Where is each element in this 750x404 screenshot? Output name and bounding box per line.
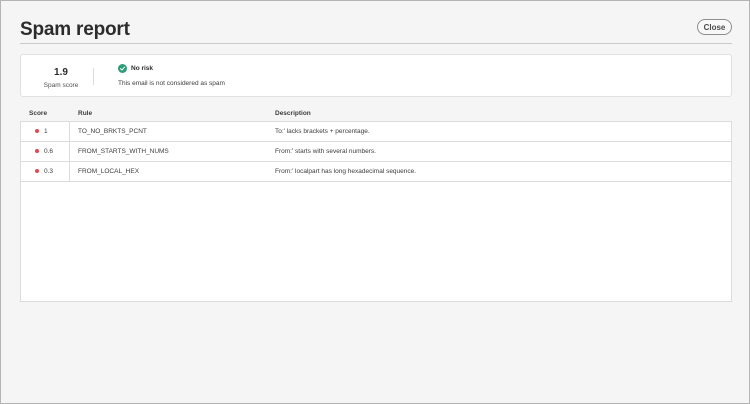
table-row[interactable]: 0.6 FROM_STARTS_WITH_NUMS From:' starts … xyxy=(21,142,731,162)
risk-status-title: No risk xyxy=(131,65,154,72)
column-separator xyxy=(69,162,70,181)
spam-score-label: Spam score xyxy=(43,82,79,89)
row-rule: FROM_STARTS_WITH_NUMS xyxy=(78,148,169,155)
row-rule: TO_NO_BRKTS_PCNT xyxy=(78,128,147,135)
spam-score-value: 1.9 xyxy=(54,67,68,78)
row-description: To:' lacks brackets + percentage. xyxy=(275,128,370,135)
spam-report-dialog: Spam report Close 1.9 Spam score No risk… xyxy=(0,0,750,404)
row-score: 1 xyxy=(44,128,48,135)
red-dot-icon xyxy=(35,129,39,133)
red-dot-icon xyxy=(35,169,39,173)
row-description: From:' starts with several numbers. xyxy=(275,148,376,155)
column-separator xyxy=(69,122,70,141)
spam-rules-table: 1 TO_NO_BRKTS_PCNT To:' lacks brackets +… xyxy=(20,121,732,302)
title-divider xyxy=(20,43,732,44)
risk-status-description: This email is not considered as spam xyxy=(118,80,225,87)
table-row[interactable]: 1 TO_NO_BRKTS_PCNT To:' lacks brackets +… xyxy=(21,122,731,142)
column-separator xyxy=(69,142,70,161)
row-description: From:' localpart has long hexadecimal se… xyxy=(275,168,417,175)
spam-summary-card: 1.9 Spam score No risk This email is not… xyxy=(20,54,732,97)
row-rule: FROM_LOCAL_HEX xyxy=(78,168,140,175)
table-row[interactable]: 0.3 FROM_LOCAL_HEX From:' localpart has … xyxy=(21,162,731,182)
summary-separator xyxy=(93,68,94,85)
close-button[interactable]: Close xyxy=(697,19,732,35)
red-dot-icon xyxy=(35,149,39,153)
column-header-description[interactable]: Description xyxy=(275,110,311,117)
column-header-rule[interactable]: Rule xyxy=(78,110,92,117)
row-score: 0.6 xyxy=(44,148,54,155)
column-header-score[interactable]: Score xyxy=(29,110,47,117)
row-score: 0.3 xyxy=(44,168,54,175)
check-circle-icon xyxy=(118,64,127,73)
dialog-title: Spam report xyxy=(20,19,130,40)
